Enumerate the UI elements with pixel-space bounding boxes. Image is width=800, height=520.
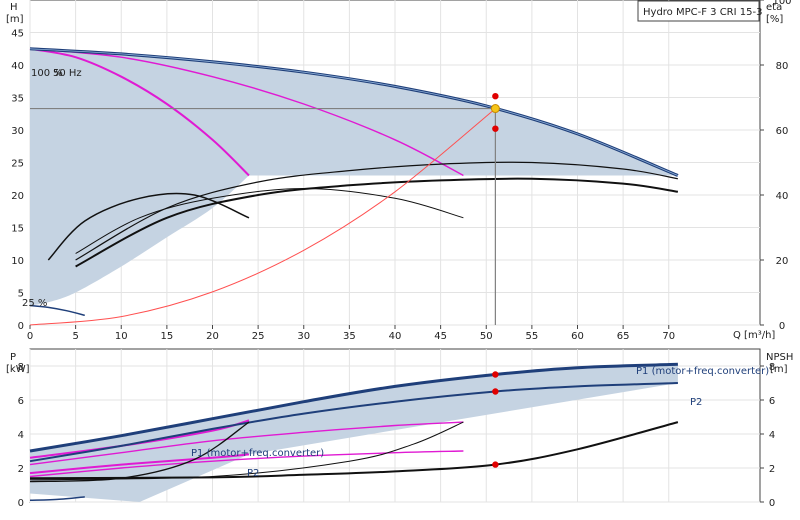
power-tick-label: 2	[18, 464, 24, 475]
npsh-axis-label: NPSH	[766, 352, 793, 363]
head-axis-unit: [m]	[6, 14, 24, 25]
power-tick-label: 4	[18, 430, 24, 441]
p1-sub-label: P1 (motor+freq.converter)	[191, 448, 324, 459]
head-axis-label: H	[10, 2, 18, 13]
head-tick-label: 30	[11, 126, 24, 137]
npsh-tick-label: 6	[769, 396, 775, 407]
npsh-tick-label: 4	[769, 430, 775, 441]
x-tick-label: 0	[27, 331, 33, 342]
pump-curve-chart: 0 5 10 15 20 25 30 35 40 45 50 55 60 65 70051015202530…	[6, 0, 793, 509]
eta-tick-label: 20	[776, 256, 789, 267]
x-tick-label: 25	[252, 331, 265, 342]
x-tick-label: 10	[115, 331, 128, 342]
x-tick-label: 35	[343, 331, 356, 342]
power-axis-label: P	[10, 352, 16, 363]
x-tick-label: 55	[526, 331, 539, 342]
npsh-tick-label: 2	[769, 464, 775, 475]
eta-tick-label: 0	[779, 321, 785, 332]
head-tick-label: 35	[11, 94, 24, 105]
eta-duty-marker	[492, 125, 499, 132]
chart-title: Hydro MPC-F 3 CRI 15-3	[643, 7, 762, 18]
head-tick-label: 15	[11, 224, 24, 235]
eta-duty-marker	[492, 93, 499, 100]
flow-axis-label: Q [m³/h]	[733, 330, 775, 341]
x-tick-label: 65	[617, 331, 630, 342]
x-tick-label: 50	[480, 331, 493, 342]
npsh-axis-unit: [m]	[770, 364, 788, 375]
head-tick-label: 25	[11, 159, 24, 170]
min-speed-label: 25 %	[22, 298, 47, 309]
head-tick-label: 45	[11, 29, 24, 40]
eta-tick-label: 60	[776, 126, 789, 137]
power-axis-unit: [kW]	[6, 364, 30, 375]
p2-curve-label: P2	[690, 397, 702, 408]
frequency-label: 50 Hz	[53, 68, 82, 79]
eta-axis-unit: [%]	[766, 14, 783, 25]
x-tick-label: 5	[72, 331, 78, 342]
x-tick-label: 45	[434, 331, 447, 342]
x-tick-label: 70	[662, 331, 675, 342]
power-duty-marker	[492, 371, 499, 378]
x-tick-label: 40	[389, 331, 402, 342]
duty-point-marker	[490, 104, 500, 114]
x-tick-label: 20	[206, 331, 219, 342]
eta-tick-label: 80	[776, 61, 789, 72]
x-tick-label: 15	[161, 331, 174, 342]
x-tick-label: 30	[297, 331, 310, 342]
eta-axis-label: eta	[766, 2, 782, 13]
p1-curve-label: P1 (motor+freq.converter)	[636, 366, 769, 377]
npsh-tick-label: 0	[769, 498, 775, 509]
head-tick-label: 40	[11, 61, 24, 72]
power-tick-label: 6	[18, 396, 24, 407]
head-tick-label: 0	[18, 321, 24, 332]
power-duty-marker	[492, 388, 499, 395]
head-tick-label: 10	[11, 256, 24, 267]
eta-tick-label: 40	[776, 191, 789, 202]
power-tick-label: 0	[18, 498, 24, 509]
power-duty-marker	[492, 461, 499, 468]
head-tick-label: 20	[11, 191, 24, 202]
p2-sub-label: P2	[247, 468, 259, 479]
x-tick-label: 60	[571, 331, 584, 342]
